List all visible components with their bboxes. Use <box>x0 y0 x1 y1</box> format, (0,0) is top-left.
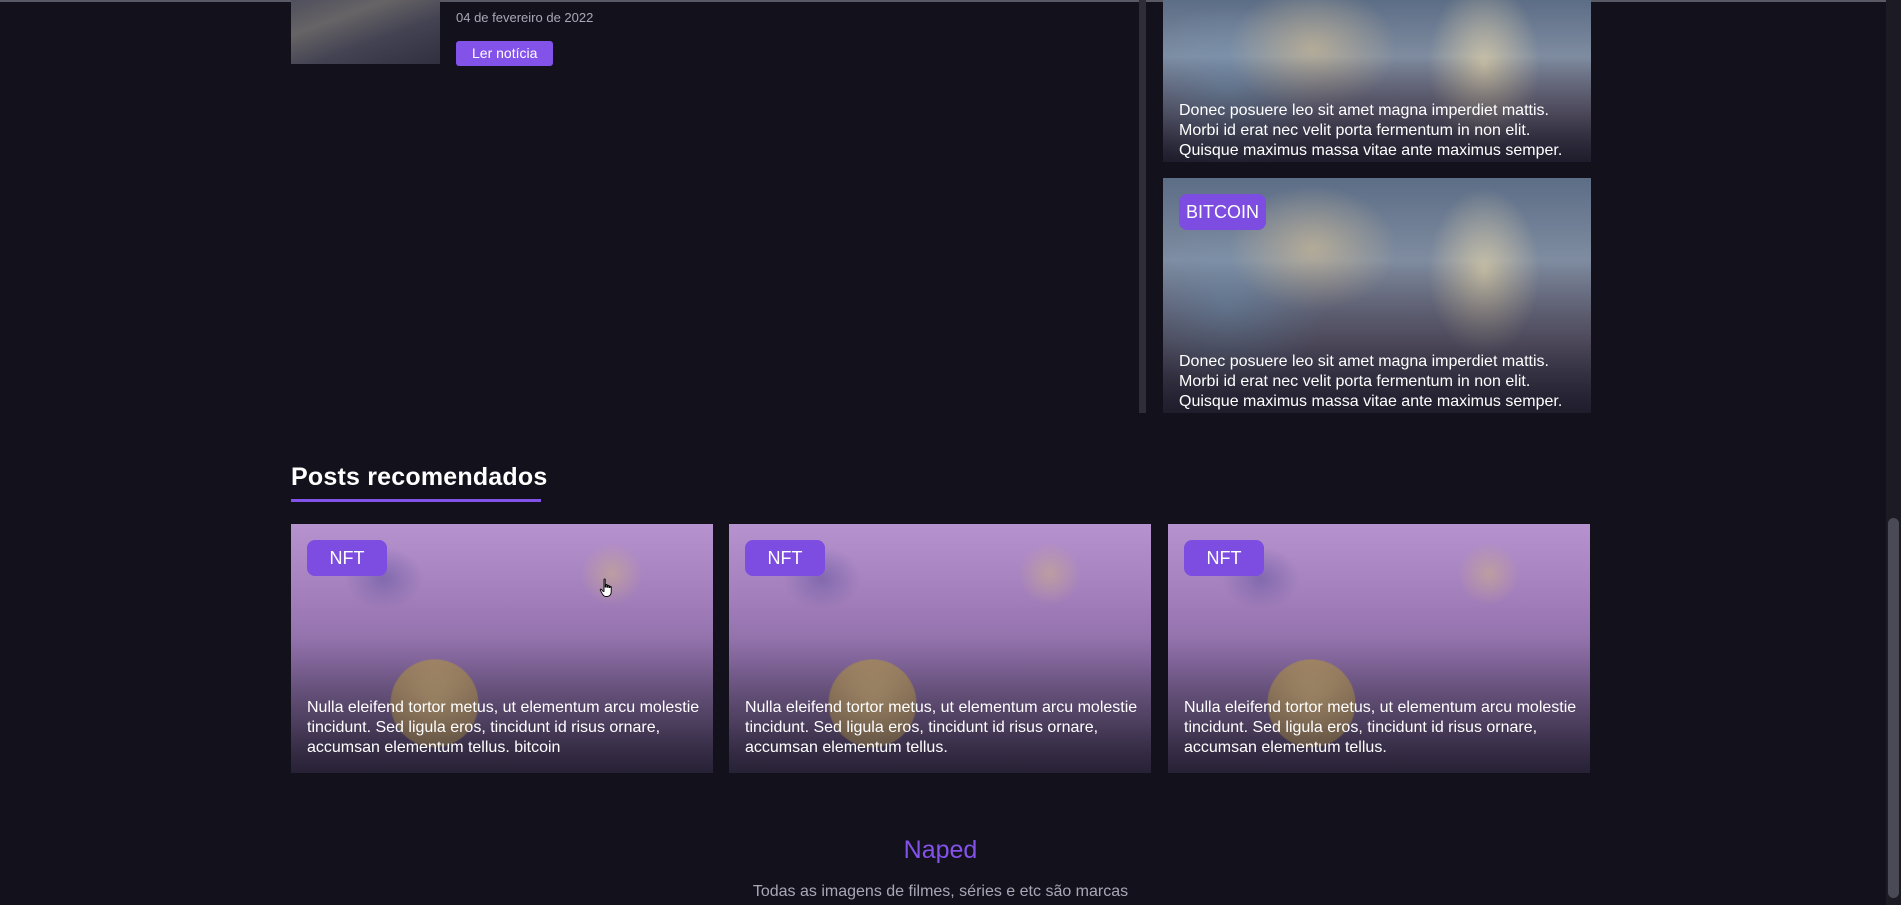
category-tag-nft[interactable]: NFT <box>745 540 825 576</box>
recommended-post-card[interactable]: NFT Nulla eleifend tortor metus, ut elem… <box>729 524 1151 773</box>
footer-note: Todas as imagens de filmes, séries e etc… <box>752 883 1129 900</box>
page-scrollbar[interactable] <box>1886 0 1901 905</box>
top-border <box>0 0 1901 2</box>
recommended-post-card[interactable]: NFT Nulla eleifend tortor metus, ut elem… <box>291 524 713 773</box>
sidebar-divider <box>1139 0 1146 413</box>
recommended-post-card[interactable]: NFT Nulla eleifend tortor metus, ut elem… <box>1168 524 1590 773</box>
section-title: Posts recomendados <box>291 463 548 491</box>
scrollbar-thumb[interactable] <box>1888 518 1899 898</box>
category-tag-nft[interactable]: NFT <box>307 540 387 576</box>
post-excerpt: Donec posuere leo sit amet magna imperdi… <box>1179 353 1563 410</box>
post-excerpt: Nulla eleifend tortor metus, ut elementu… <box>1184 699 1577 756</box>
article-date: 04 de fevereiro de 2022 <box>456 10 594 25</box>
post-excerpt: Donec posuere leo sit amet magna imperdi… <box>1179 102 1563 159</box>
sidebar-post-card[interactable]: BITCOIN Donec posuere leo sit amet magna… <box>1163 178 1591 413</box>
footer-brand: Naped <box>903 836 978 864</box>
hand-cursor-icon <box>599 578 612 597</box>
category-tag-nft[interactable]: NFT <box>1184 540 1264 576</box>
post-excerpt: Nulla eleifend tortor metus, ut elementu… <box>745 699 1138 756</box>
read-news-button[interactable]: Ler notícia <box>456 41 554 66</box>
section-title-underline <box>291 499 541 502</box>
article-thumbnail[interactable] <box>291 0 440 64</box>
category-tag-bitcoin[interactable]: BITCOIN <box>1179 194 1267 230</box>
post-excerpt: Nulla eleifend tortor metus, ut elementu… <box>307 699 700 756</box>
sidebar-post-card[interactable]: Donec posuere leo sit amet magna imperdi… <box>1163 0 1591 162</box>
